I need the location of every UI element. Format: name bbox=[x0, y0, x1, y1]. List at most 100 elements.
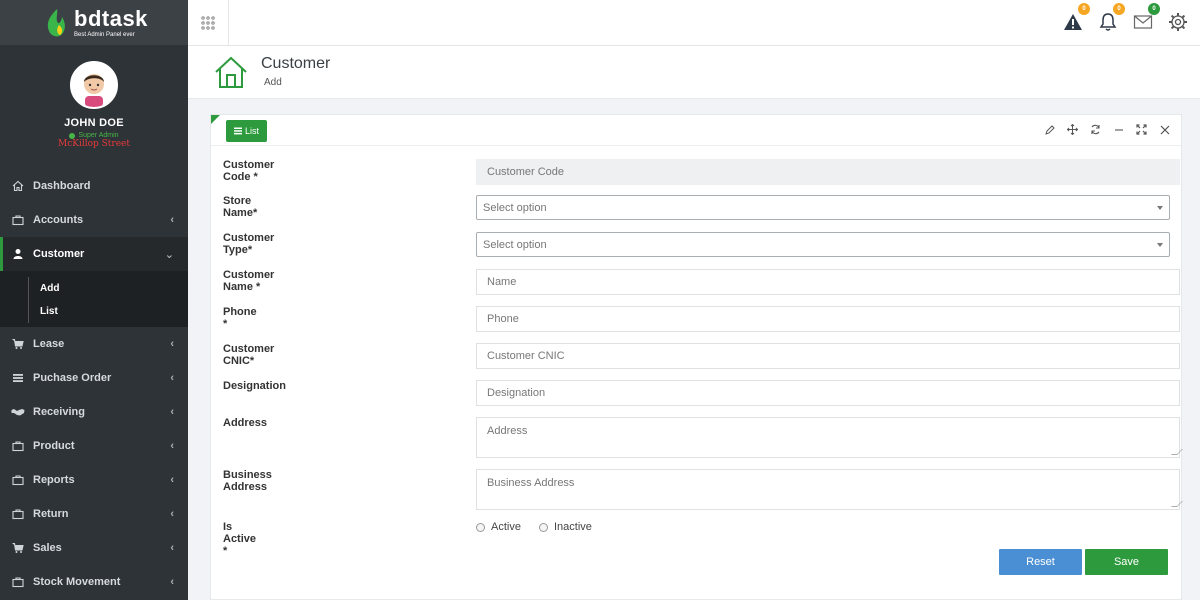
submenu-item-add[interactable]: Add bbox=[0, 277, 188, 300]
brand-name: bdtask bbox=[74, 5, 148, 31]
sidebar: bdtask Best Admin Panel ever JOHN DOE Su… bbox=[0, 0, 188, 600]
business-address-placeholder: Business Address bbox=[487, 477, 575, 489]
briefcase-icon bbox=[11, 507, 25, 521]
submenu-item-label: Add bbox=[40, 283, 60, 294]
customer-type-label: Customer Type* bbox=[223, 232, 275, 256]
inactive-radio-label[interactable]: Inactive bbox=[554, 521, 592, 533]
sidebar-item-sales[interactable]: Sales ‹ bbox=[0, 531, 188, 565]
warning-icon bbox=[1063, 14, 1082, 30]
sidebar-item-receiving[interactable]: Receiving ‹ bbox=[0, 395, 188, 429]
list-button-label: List bbox=[245, 126, 260, 136]
sidebar-item-label: Accounts bbox=[33, 214, 84, 226]
address-placeholder: Address bbox=[487, 425, 528, 437]
chevron-left-icon: ‹ bbox=[170, 214, 174, 226]
customer-type-select-value: Select option bbox=[483, 238, 547, 251]
designation-label: Designation bbox=[223, 380, 286, 392]
cnic-input[interactable]: Customer CNIC bbox=[476, 343, 1180, 369]
caret-down-icon bbox=[1157, 206, 1163, 210]
customer-form-panel: List Customer Code * Customer Code Store… bbox=[210, 114, 1183, 600]
chevron-down-icon: ⌄ bbox=[164, 248, 174, 261]
sidebar-item-label: Lease bbox=[33, 338, 65, 350]
topbar-actions: 0 0 0 bbox=[1060, 3, 1190, 36]
refresh-icon[interactable] bbox=[1089, 123, 1102, 136]
sidebar-item-label: Customer bbox=[33, 248, 85, 260]
sidebar-item-lease[interactable]: Lease ‹ bbox=[0, 327, 188, 361]
is-active-label: Is Active * bbox=[223, 521, 257, 557]
cnic-label: Customer CNIC* bbox=[223, 343, 275, 367]
sidebar-item-product[interactable]: Product ‹ bbox=[0, 429, 188, 463]
gear-icon bbox=[1168, 13, 1187, 31]
resize-grip-icon[interactable] bbox=[1171, 449, 1183, 455]
sidebar-item-dashboard[interactable]: Dashboard bbox=[0, 169, 188, 203]
expand-icon[interactable] bbox=[1135, 123, 1148, 136]
user-role-label: Super Admin bbox=[78, 132, 119, 139]
user-profile: JOHN DOE Super Admin McKillop Street bbox=[0, 45, 188, 165]
store-name-label: Store Name* bbox=[223, 195, 258, 219]
briefcase-icon bbox=[11, 213, 25, 227]
resize-grip-icon[interactable] bbox=[1171, 501, 1183, 507]
save-button[interactable]: Save bbox=[1085, 549, 1168, 575]
caret-down-icon bbox=[1157, 243, 1163, 247]
address-textarea[interactable]: Address bbox=[476, 417, 1183, 458]
close-icon[interactable] bbox=[1158, 123, 1171, 136]
inactive-radio[interactable] bbox=[538, 522, 548, 532]
sidebar-item-accounts[interactable]: Accounts ‹ bbox=[0, 203, 188, 237]
sidebar-item-purchase-order[interactable]: Puchase Order ‹ bbox=[0, 361, 188, 395]
alerts-button[interactable]: 0 bbox=[1060, 3, 1090, 36]
sidebar-item-label: Receiving bbox=[33, 406, 85, 418]
envelope-icon bbox=[1133, 15, 1152, 29]
cart-icon bbox=[11, 337, 25, 351]
submenu-item-list[interactable]: List bbox=[0, 300, 188, 323]
panel-corner-accent bbox=[211, 115, 220, 124]
apps-grid-icon[interactable] bbox=[188, 0, 229, 45]
sidebar-item-customer[interactable]: Customer ⌄ bbox=[0, 237, 188, 271]
minimize-icon[interactable] bbox=[1112, 123, 1125, 136]
sidebar-item-reports[interactable]: Reports ‹ bbox=[0, 463, 188, 497]
customer-name-input[interactable]: Name bbox=[476, 269, 1180, 295]
store-name-select[interactable]: Select option bbox=[476, 195, 1170, 220]
customer-code-input[interactable]: Customer Code bbox=[476, 159, 1180, 185]
panel-tools bbox=[1043, 123, 1171, 136]
avatar[interactable] bbox=[70, 61, 118, 109]
sidebar-item-label: Stock Movement bbox=[33, 576, 121, 588]
edit-icon[interactable] bbox=[1043, 123, 1056, 136]
user-role: Super Admin bbox=[69, 132, 119, 139]
store-name-select-value: Select option bbox=[483, 201, 547, 214]
list-button[interactable]: List bbox=[226, 120, 268, 142]
sidebar-item-label: Dashboard bbox=[33, 180, 91, 192]
bdtask-logo-icon bbox=[44, 7, 70, 39]
customer-code-label: Customer Code * bbox=[223, 159, 275, 183]
customer-name-label: Customer Name * bbox=[223, 269, 275, 293]
reset-button[interactable]: Reset bbox=[999, 549, 1082, 575]
move-icon[interactable] bbox=[1066, 123, 1079, 136]
briefcase-icon bbox=[11, 473, 25, 487]
bell-icon bbox=[1099, 13, 1116, 31]
notifications-button[interactable]: 0 bbox=[1095, 3, 1125, 36]
customer-type-select[interactable]: Select option bbox=[476, 232, 1170, 257]
submenu-item-label: List bbox=[40, 306, 58, 317]
phone-input[interactable]: Phone bbox=[476, 306, 1180, 332]
business-address-textarea[interactable]: Business Address bbox=[476, 469, 1183, 510]
active-radio[interactable] bbox=[476, 522, 485, 532]
chevron-left-icon: ‹ bbox=[170, 440, 174, 452]
chevron-left-icon: ‹ bbox=[170, 508, 174, 520]
page-subtitle: Add bbox=[264, 77, 282, 88]
brand[interactable]: bdtask Best Admin Panel ever bbox=[0, 0, 188, 45]
designation-input[interactable]: Designation bbox=[476, 380, 1180, 406]
sidebar-item-return[interactable]: Return ‹ bbox=[0, 497, 188, 531]
sidebar-item-label: Return bbox=[33, 508, 69, 520]
is-active-radio-group: Active Inactive bbox=[476, 521, 592, 533]
user-name: JOHN DOE bbox=[64, 117, 124, 129]
settings-button[interactable] bbox=[1165, 8, 1190, 36]
customer-submenu: Add List bbox=[0, 271, 188, 327]
list-icon bbox=[234, 127, 242, 135]
cart-icon bbox=[11, 541, 25, 555]
home-icon bbox=[11, 179, 25, 193]
panel-header: List bbox=[211, 115, 1181, 146]
user-location: McKillop Street bbox=[57, 139, 130, 149]
chevron-left-icon: ‹ bbox=[170, 372, 174, 384]
messages-button[interactable]: 0 bbox=[1130, 3, 1160, 36]
handshake-icon bbox=[11, 405, 25, 419]
active-radio-label[interactable]: Active bbox=[491, 521, 521, 533]
sidebar-item-stock-movement[interactable]: Stock Movement ‹ bbox=[0, 565, 188, 599]
